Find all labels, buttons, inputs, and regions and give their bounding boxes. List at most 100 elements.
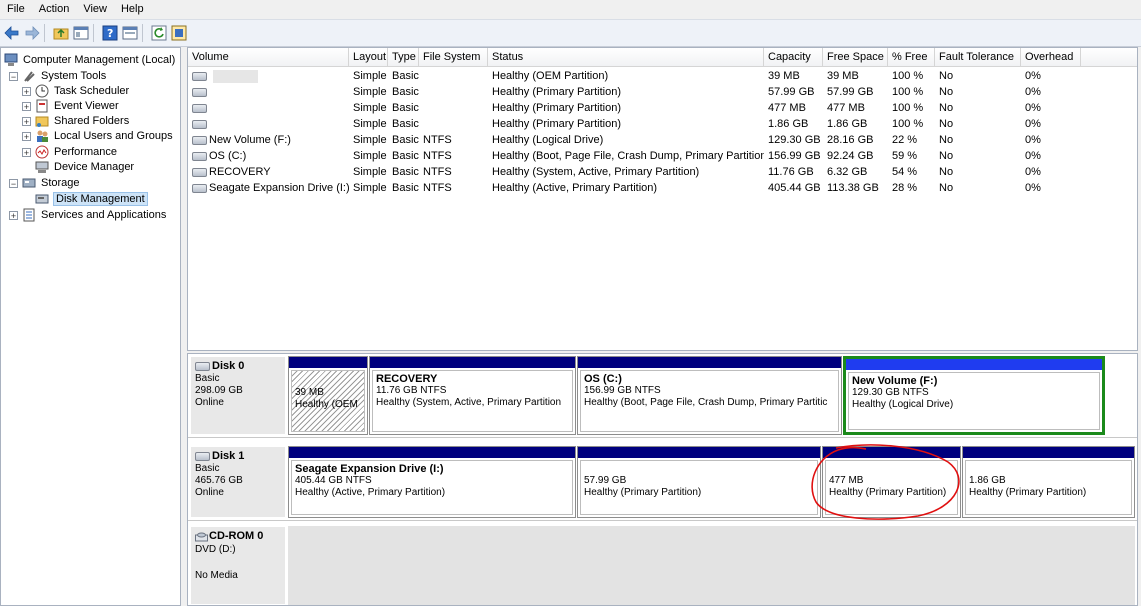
expand-icon[interactable]: +	[22, 116, 31, 126]
disk-type: Basic	[195, 463, 220, 474]
partition-name: New Volume (F:)	[852, 375, 938, 387]
tree-item-shared-folders[interactable]: + Shared Folders	[22, 113, 130, 129]
tree-item-task-scheduler[interactable]: + Task Scheduler	[22, 83, 130, 99]
cell-type: Basic	[392, 150, 419, 162]
volume-row[interactable]: RECOVERY Simple Basic NTFS Healthy (System, …	[188, 164, 1137, 180]
expand-icon[interactable]: +	[22, 131, 31, 141]
tree-item-event-viewer[interactable]: + Event Viewer	[22, 98, 120, 114]
partition-name: RECOVERY	[376, 373, 438, 385]
column-header-percent-free[interactable]: % Free	[888, 48, 935, 66]
partition-unlabeled-57gb[interactable]: 57.99 GB Healthy (Primary Partition)	[577, 446, 821, 518]
partition-status: Healthy (System, Active, Primary Partiti…	[376, 397, 562, 408]
disk-info-cdrom-0[interactable]: CD-ROM 0 DVD (D:) No Media	[191, 527, 285, 604]
cell-status: Healthy (Primary Partition)	[492, 118, 621, 130]
tree-item-system-tools[interactable]: − System Tools	[9, 68, 107, 84]
tree-item-performance[interactable]: + Performance	[22, 144, 118, 160]
cell-fs: NTFS	[423, 150, 452, 162]
volume-row[interactable]: OS (C:) Simple Basic NTFS Healthy (Boot, Pag…	[188, 148, 1137, 164]
partition-oem[interactable]: 39 MB Healthy (OEM	[288, 356, 368, 435]
partition-new-volume-f[interactable]: New Volume (F:) 129.30 GB NTFS Healthy (…	[843, 356, 1105, 435]
partition-seagate-i[interactable]: Seagate Expansion Drive (I:) 405.44 GB N…	[288, 446, 576, 518]
cell-overhead: 0%	[1025, 182, 1041, 194]
tree-item-storage[interactable]: − Storage	[9, 175, 81, 191]
volume-row[interactable]: Simple Basic Healthy (Primary Partition) 57…	[188, 84, 1137, 100]
menu-help[interactable]: Help	[114, 0, 151, 19]
tools-icon	[22, 69, 36, 83]
forward-icon[interactable]	[24, 25, 40, 41]
column-header-free-space[interactable]: Free Space	[823, 48, 888, 66]
expand-icon[interactable]: +	[22, 86, 31, 96]
up-folder-icon[interactable]	[53, 25, 69, 41]
expand-icon[interactable]: +	[22, 101, 31, 111]
volume-row[interactable]: Seagate Expansion Drive (I:) Simple Basic N…	[188, 180, 1137, 196]
cell-status: Healthy (System, Active, Primary Partiti…	[492, 166, 700, 178]
tree-item-computer-management[interactable]: Computer Management (Local)	[4, 52, 176, 68]
volume-icon	[192, 119, 207, 129]
column-header-volume[interactable]: Volume	[188, 48, 349, 66]
collapse-icon[interactable]: −	[9, 178, 18, 188]
tree-item-disk-management[interactable]: Disk Management	[35, 191, 148, 207]
volume-row[interactable]: Simple Basic Healthy (Primary Partition) 47…	[188, 100, 1137, 116]
column-header-fault-tolerance[interactable]: Fault Tolerance	[935, 48, 1021, 66]
tree-label: Task Scheduler	[54, 85, 130, 97]
tree-item-local-users[interactable]: + Local Users and Groups	[22, 128, 174, 144]
column-header-file-system[interactable]: File System	[419, 48, 488, 66]
disk-info-disk-1[interactable]: Disk 1 Basic 465.76 GB Online	[191, 447, 285, 517]
cell-free: 39 MB	[827, 70, 859, 82]
cell-capacity: 57.99 GB	[768, 86, 815, 98]
partition-recovery[interactable]: RECOVERY 11.76 GB NTFS Healthy (System, …	[369, 356, 576, 435]
svg-text:?: ?	[107, 27, 113, 40]
device-manager-icon	[35, 160, 49, 174]
cell-name	[188, 84, 349, 100]
volume-name: RECOVERY	[209, 166, 271, 178]
partition-unlabeled-1-86gb[interactable]: 1.86 GB Healthy (Primary Partition)	[962, 446, 1135, 518]
volume-row[interactable]: Simple Basic Healthy (Primary Partition) 1.…	[188, 116, 1137, 132]
collapse-icon[interactable]: −	[9, 71, 18, 81]
cell-name	[188, 100, 349, 116]
cell-free: 1.86 GB	[827, 118, 868, 130]
disk-media: No Media	[195, 570, 238, 581]
column-header-status[interactable]: Status	[488, 48, 764, 66]
cell-fs: NTFS	[423, 134, 452, 146]
properties-icon[interactable]	[122, 25, 138, 41]
menu-file[interactable]: File	[0, 0, 32, 19]
volume-list-header: Volume Layout Type File System Status Ca…	[188, 48, 1137, 67]
disk-info-disk-0[interactable]: Disk 0 Basic 298.09 GB Online	[191, 357, 285, 434]
cell-free: 28.16 GB	[827, 134, 874, 146]
column-header-overhead[interactable]: Overhead	[1021, 48, 1081, 66]
tree-item-services-and-applications[interactable]: + Services and Applications	[9, 207, 167, 223]
cell-fs: NTFS	[423, 166, 452, 178]
cell-name: OS (C:)	[188, 148, 349, 164]
tree-item-device-manager[interactable]: Device Manager	[35, 159, 135, 175]
performance-icon	[35, 145, 49, 159]
menu-view[interactable]: View	[76, 0, 114, 19]
volume-row[interactable]: New Volume (F:) Simple Basic NTFS Healthy (L…	[188, 132, 1137, 148]
refresh-icon[interactable]	[151, 25, 167, 41]
menu-action[interactable]: Action	[32, 0, 77, 19]
cell-type: Basic	[392, 86, 419, 98]
tree-label: Performance	[54, 146, 117, 158]
column-header-layout[interactable]: Layout	[349, 48, 388, 66]
partition-bar	[963, 447, 1134, 458]
partition-os-c[interactable]: OS (C:) 156.99 GB NTFS Healthy (Boot, Pa…	[577, 356, 842, 435]
cell-name	[188, 68, 349, 84]
cell-layout: Simple	[353, 182, 387, 194]
partition-size: 57.99 GB	[584, 475, 627, 486]
volume-row[interactable]: Simple Basic Healthy (OEM Partition) 39 MB 3…	[188, 68, 1137, 84]
disk-type: Basic	[195, 373, 220, 384]
expand-icon[interactable]: +	[22, 147, 31, 157]
back-icon[interactable]	[4, 25, 20, 41]
cell-status: Healthy (Primary Partition)	[492, 102, 621, 114]
cell-pct: 54 %	[892, 166, 918, 178]
cell-name: New Volume (F:)	[188, 132, 349, 148]
column-header-capacity[interactable]: Capacity	[764, 48, 823, 66]
help-icon[interactable]: ?	[102, 25, 118, 41]
cell-name: RECOVERY	[188, 164, 349, 180]
cell-status: Healthy (OEM Partition)	[492, 70, 609, 82]
partition-size: 129.30 GB NTFS	[852, 387, 929, 398]
disk-icon	[195, 361, 210, 371]
show-hide-tree-icon[interactable]	[73, 25, 89, 41]
export-icon[interactable]	[171, 25, 187, 41]
expand-icon[interactable]: +	[9, 210, 18, 220]
column-header-type[interactable]: Type	[388, 48, 419, 66]
